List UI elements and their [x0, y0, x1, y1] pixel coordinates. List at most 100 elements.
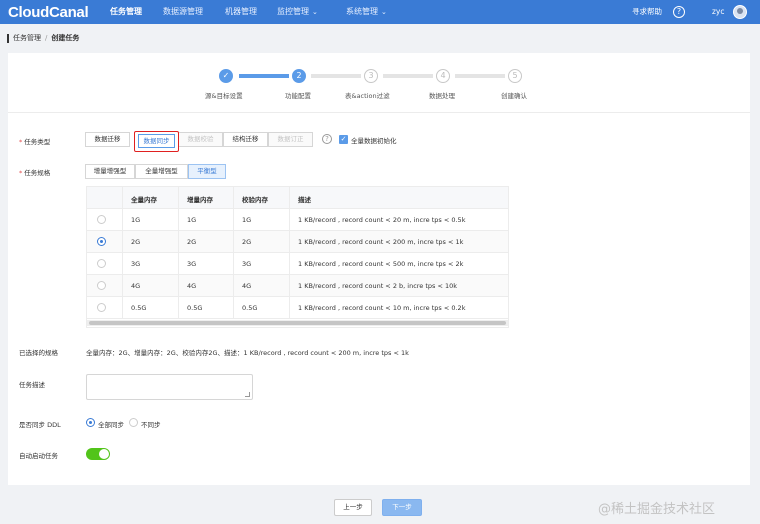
selected-spec-value: 全量内存：2G、增量内存：2G、校验内存2G、描述：1 KB/record , … [86, 349, 409, 357]
cell-check: 0.5G [242, 304, 258, 312]
ddl-no-sync-label[interactable]: 不同步 [141, 419, 161, 429]
table-horizontal-scrollbar[interactable] [87, 320, 508, 326]
task-type-data-migration[interactable]: 数据迁移 [85, 132, 130, 147]
next-step-button[interactable]: 下一步 [382, 499, 422, 516]
ddl-sync-all-label[interactable]: 全部同步 [98, 419, 124, 429]
step-1-label: 源&目标设置 [205, 92, 243, 100]
table-row[interactable]: 3G 3G 3G 1 KB/record , record count < 50… [87, 253, 508, 275]
breadcrumb-marker [7, 34, 9, 43]
header-check-memory: 校验内存 [242, 196, 268, 204]
highlight-annotation [134, 131, 179, 152]
previous-step-button[interactable]: 上一步 [334, 499, 372, 516]
nav-monitor-management[interactable]: 监控管理 ⌄ [277, 0, 318, 24]
cell-incr: 2G [187, 238, 197, 246]
chevron-down-icon: ⌄ [381, 8, 387, 16]
spec-balanced[interactable]: 平衡型 [188, 164, 226, 179]
spec-full-enhanced[interactable]: 全量增强型 [135, 164, 188, 179]
cell-incr: 3G [187, 260, 197, 268]
step-connector [383, 74, 433, 78]
step-5-indicator: 5 [508, 69, 522, 83]
cell-desc: 1 KB/record , record count < 10 m, incre… [298, 304, 466, 312]
full-init-checkbox[interactable]: ✓ [339, 135, 348, 144]
required-mark: * [19, 138, 23, 146]
auto-start-toggle[interactable] [86, 448, 110, 460]
avatar[interactable] [733, 5, 747, 19]
cell-incr: 0.5G [187, 304, 203, 312]
nav-system-management[interactable]: 系统管理 ⌄ [346, 0, 387, 24]
top-nav-bar: CloudCanal 任务管理 数据源管理 机器管理 监控管理 ⌄ 系统管理 ⌄ 寻… [0, 0, 760, 24]
cell-desc: 1 KB/record , record count < 20 m, incre… [298, 216, 466, 224]
ddl-sync-all-radio[interactable] [86, 418, 95, 427]
cell-desc: 1 KB/record , record count < 500 m, incr… [298, 260, 464, 268]
step-3-label: 表&action过滤 [345, 92, 390, 100]
table-row[interactable]: 4G 4G 4G 1 KB/record , record count < 2 … [87, 275, 508, 297]
header-incr-memory: 增量内存 [187, 196, 213, 204]
step-5-label: 创建确认 [501, 92, 527, 100]
table-row[interactable]: 1G 1G 1G 1 KB/record , record count < 20… [87, 209, 508, 231]
auto-start-label: 自动启动任务 [19, 452, 58, 460]
table-row[interactable]: 2G 2G 2G 1 KB/record , record count < 20… [87, 231, 508, 253]
breadcrumb-parent[interactable]: 任务管理 [13, 34, 41, 42]
cell-desc: 1 KB/record , record count < 200 m, incr… [298, 238, 464, 246]
help-link[interactable]: 寻求帮助 [632, 0, 662, 24]
step-progress: ✓ 2 3 4 5 源&目标设置 功能配置 表&action过滤 数据处理 创建… [8, 53, 750, 113]
cloudcanal-logo[interactable]: CloudCanal [8, 4, 89, 21]
ddl-sync-label: 是否同步 DDL [19, 421, 61, 429]
question-circle-icon[interactable]: ? [322, 134, 332, 144]
task-description-input[interactable] [86, 374, 253, 400]
column-divider [122, 187, 123, 319]
task-type-schema-migration[interactable]: 结构迁移 [223, 132, 268, 147]
header-description: 描述 [298, 196, 311, 204]
step-connector [455, 74, 505, 78]
row-radio[interactable] [97, 215, 106, 224]
nav-label: 任务管理 [110, 7, 142, 16]
nav-machine-management[interactable]: 机器管理 [225, 0, 257, 24]
row-radio[interactable] [97, 303, 106, 312]
step-2-indicator: 2 [292, 69, 306, 83]
scrollbar-thumb[interactable] [89, 321, 506, 325]
nav-task-management[interactable]: 任务管理 [110, 0, 142, 24]
row-radio[interactable] [97, 281, 106, 290]
column-divider [289, 187, 290, 319]
full-init-label: 全量数据初始化 [351, 137, 397, 145]
cell-full: 1G [131, 216, 141, 224]
column-divider [178, 187, 179, 319]
breadcrumb: 任务管理 / 创建任务 [13, 33, 79, 43]
cell-incr: 4G [187, 282, 197, 290]
nav-label: 数据源管理 [163, 7, 203, 16]
breadcrumb-separator: / [45, 34, 48, 42]
question-circle-icon[interactable]: ? [673, 6, 685, 18]
row-radio[interactable] [97, 237, 106, 246]
cell-full: 3G [131, 260, 141, 268]
step-1-check-icon: ✓ [219, 69, 233, 83]
task-spec-label: * 任务规格 [19, 167, 50, 177]
selected-spec-label: 已选择的规格 [19, 349, 58, 357]
field-label: 任务类型 [24, 138, 51, 146]
column-divider [233, 187, 234, 319]
footer-bar: 上一步 下一步 @稀土掘金技术社区 [0, 490, 760, 524]
cell-incr: 1G [187, 216, 197, 224]
breadcrumb-current: 创建任务 [51, 34, 80, 42]
row-radio[interactable] [97, 259, 106, 268]
nav-label: 监控管理 [277, 7, 309, 16]
spec-table: 全量内存 增量内存 校验内存 描述 1G 1G 1G 1 KB/record ,… [86, 186, 509, 328]
table-header: 全量内存 增量内存 校验内存 描述 [87, 187, 508, 209]
nav-label: 系统管理 [346, 7, 378, 16]
breadcrumb-bar: 任务管理 / 创建任务 [0, 30, 760, 46]
user-name[interactable]: zyc [712, 0, 725, 24]
cell-full: 2G [131, 238, 141, 246]
cell-full: 4G [131, 282, 141, 290]
table-row[interactable]: 0.5G 0.5G 0.5G 1 KB/record , record coun… [87, 297, 508, 319]
spec-incremental-enhanced[interactable]: 增量增强型 [85, 164, 135, 179]
step-3-indicator: 3 [364, 69, 378, 83]
cell-full: 0.5G [131, 304, 147, 312]
cell-check: 2G [242, 238, 252, 246]
watermark: @稀土掘金技术社区 [598, 502, 716, 517]
ddl-no-sync-radio[interactable] [129, 418, 138, 427]
nav-datasource-management[interactable]: 数据源管理 [163, 0, 203, 24]
cell-check: 4G [242, 282, 252, 290]
cell-check: 3G [242, 260, 252, 268]
task-description-label: 任务描述 [19, 381, 45, 389]
step-connector [239, 74, 289, 78]
step-4-label: 数据处理 [429, 92, 455, 100]
